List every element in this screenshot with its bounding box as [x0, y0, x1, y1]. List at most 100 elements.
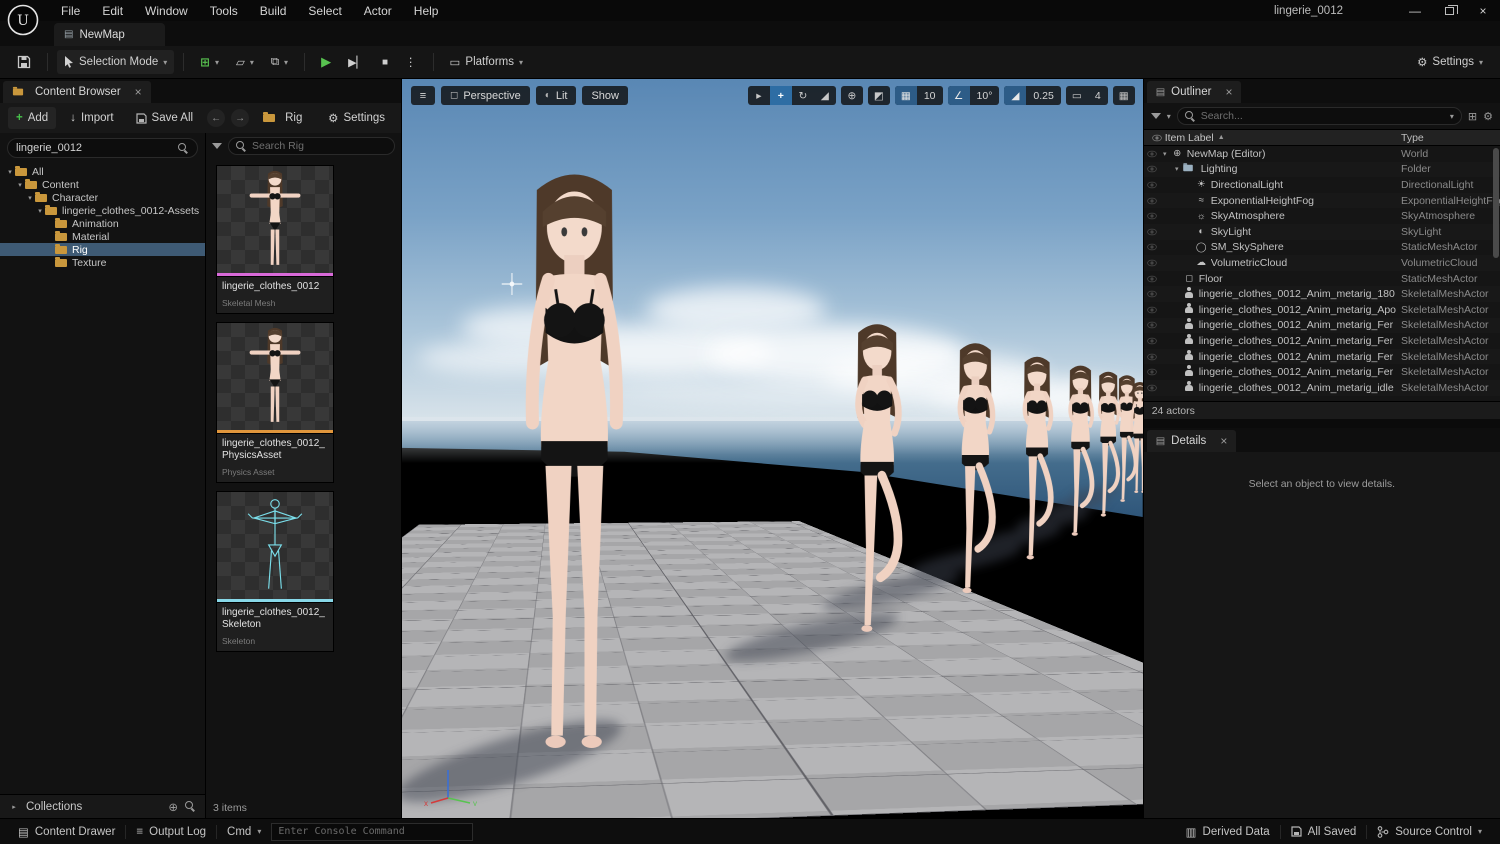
add-button[interactable]: + Add — [8, 107, 57, 129]
visibility-eye-icon[interactable] — [1146, 259, 1157, 267]
tree-item-all[interactable]: ▾ All — [0, 165, 205, 178]
tree-item-material[interactable]: Material — [0, 230, 205, 243]
path-search-box[interactable] — [7, 138, 198, 158]
scale-snap-icon[interactable]: ◢ — [1004, 86, 1027, 105]
tree-item-character[interactable]: ▾ Character — [0, 191, 205, 204]
play-button[interactable]: ▶ — [314, 50, 338, 74]
chevron-down-icon[interactable]: ▾ — [1450, 112, 1454, 121]
outliner-row-heightfog[interactable]: ≈ ExponentialHeightFog ExponentialHeightFo… — [1143, 192, 1500, 209]
back-icon[interactable]: ← — [207, 109, 226, 127]
visibility-eye-icon[interactable] — [1146, 150, 1157, 157]
close-icon[interactable]: × — [1220, 434, 1227, 448]
menu-tools[interactable]: Tools — [199, 4, 249, 18]
visibility-eye-icon[interactable] — [1146, 166, 1157, 173]
visibility-eye-icon[interactable] — [1146, 212, 1157, 220]
asset-card-skeletal-mesh[interactable]: lingerie_clothes_0012 Skeletal Mesh — [216, 165, 336, 314]
visibility-eye-icon[interactable] — [1146, 290, 1157, 298]
close-icon[interactable]: × — [135, 85, 142, 99]
forward-icon[interactable]: → — [231, 109, 250, 127]
rotation-snap-icon[interactable]: ∠ — [947, 86, 970, 105]
filter-icon[interactable] — [212, 143, 222, 149]
outliner-settings-icon[interactable]: ⚙ — [1483, 110, 1493, 123]
visibility-eye-icon[interactable] — [1146, 275, 1157, 282]
blueprints-dropdown[interactable]: ▱ ▾ — [229, 50, 261, 74]
visibility-eye-icon[interactable] — [1146, 353, 1157, 360]
expand-arrow-icon[interactable]: ▾ — [35, 207, 45, 215]
outliner-row-newmap[interactable]: ▾ ⊕ NewMap (Editor) World — [1144, 146, 1500, 162]
viewport[interactable]: ≡ ◻ Perspective ◐ Lit Show ▸ + ↻ ◢ ⊕ ◩ ▦ 1… — [402, 79, 1143, 818]
asset-search-input[interactable] — [252, 140, 387, 152]
menu-file[interactable]: File — [50, 4, 91, 18]
tree-item-assets[interactable]: ▾ lingerie_clothes_0012-Assets — [0, 204, 205, 217]
expand-arrow-icon[interactable]: ▾ — [25, 194, 35, 202]
expand-arrow-icon[interactable]: ▾ — [5, 168, 15, 176]
visibility-column-icon[interactable] — [1150, 134, 1163, 141]
cinematics-dropdown[interactable]: ⧉ ▾ — [264, 50, 295, 74]
outliner-row-anim-fer2[interactable]: lingerie_clothes_0012_Anim_metarig_Fer Sk… — [1144, 333, 1500, 349]
outliner-tab[interactable]: ▤ Outliner × — [1146, 81, 1242, 103]
move-tool-icon[interactable]: + — [769, 86, 792, 105]
platforms-dropdown[interactable]: ▭ Platforms ▾ — [443, 50, 530, 74]
scrollbar-thumb[interactable] — [1493, 148, 1499, 258]
stop-button[interactable]: ■ — [375, 50, 395, 74]
new-folder-icon[interactable]: ⊞ — [1468, 110, 1477, 123]
path-search-input[interactable] — [16, 142, 172, 154]
search-icon[interactable] — [185, 801, 196, 812]
source-control-button[interactable]: Source Control ▾ — [1367, 819, 1492, 844]
tree-item-rig[interactable]: Rig — [0, 243, 205, 256]
restore-button[interactable] — [1432, 0, 1466, 21]
grid-snap-icon[interactable]: ▦ — [894, 86, 917, 105]
perspective-dropdown[interactable]: ◻ Perspective — [441, 86, 530, 105]
visibility-eye-icon[interactable] — [1146, 197, 1157, 204]
rotation-snap-value[interactable]: 10° — [970, 86, 1000, 105]
maximize-viewport-icon[interactable]: ▦ — [1113, 86, 1135, 105]
visibility-eye-icon[interactable] — [1146, 368, 1157, 376]
selection-mode-dropdown[interactable]: Selection Mode ▾ — [57, 50, 175, 74]
close-icon[interactable]: × — [1225, 85, 1232, 99]
cb-settings-dropdown[interactable]: ⚙ Settings — [320, 107, 393, 129]
outliner-row-directionallight[interactable]: ☀ DirectionalLight DirectionalLight — [1144, 177, 1500, 193]
expand-arrow-icon[interactable]: ▾ — [1160, 150, 1170, 158]
scale-tool-icon[interactable]: ◢ — [814, 86, 836, 105]
view-mode-dropdown[interactable]: ◐ Lit — [535, 86, 577, 105]
world-space-toggle-icon[interactable]: ⊕ — [841, 86, 863, 105]
outliner-row-floor[interactable]: ◻ Floor StaticMeshActor — [1144, 271, 1500, 287]
asset-card-skeleton[interactable]: lingerie_clothes_0012_Skeleton Skeleton — [216, 490, 336, 652]
outliner-row-skysphere[interactable]: ◯ SM_SkySphere StaticMeshActor — [1144, 240, 1500, 256]
content-drawer-button[interactable]: ▤ Content Drawer — [8, 819, 125, 844]
tab-newmap[interactable]: ▤ NewMap — [54, 23, 165, 46]
outliner-row-anim-fer1[interactable]: lingerie_clothes_0012_Anim_metarig_Fer Sk… — [1143, 317, 1500, 334]
menu-select[interactable]: Select — [297, 4, 352, 18]
outliner-row-anim-180[interactable]: lingerie_clothes_0012_Anim_metarig_180 Sk… — [1143, 286, 1500, 302]
asset-card-physics-asset[interactable]: lingerie_clothes_0012_PhysicsAsset Physi… — [216, 321, 336, 483]
console-command-input[interactable] — [271, 822, 474, 841]
scale-snap-value[interactable]: 0.25 — [1026, 86, 1060, 105]
outliner-row-lighting[interactable]: ▾ Lighting Folder — [1143, 161, 1500, 178]
expand-arrow-icon[interactable]: ▾ — [15, 181, 25, 189]
menu-help[interactable]: Help — [403, 4, 450, 18]
cmd-dropdown[interactable]: Cmd ▾ — [217, 819, 271, 844]
grid-snap-value[interactable]: 10 — [917, 86, 943, 105]
asset-search-box[interactable] — [228, 137, 395, 155]
menu-edit[interactable]: Edit — [91, 4, 134, 18]
play-options-button[interactable]: ⋮ — [398, 50, 424, 74]
visibility-eye-icon[interactable] — [1146, 306, 1157, 313]
settings-dropdown[interactable]: ⚙ Settings ▾ — [1410, 50, 1490, 74]
tree-item-content[interactable]: ▾ Content — [0, 178, 205, 191]
visibility-eye-icon[interactable] — [1146, 228, 1157, 235]
output-log-button[interactable]: ≡ Output Log — [126, 819, 216, 844]
menu-window[interactable]: Window — [134, 4, 199, 18]
outliner-row-anim-fer4[interactable]: lingerie_clothes_0012_Anim_metarig_Fer Sk… — [1144, 364, 1500, 380]
breadcrumb[interactable]: Rig — [255, 107, 310, 129]
all-saved-button[interactable]: All Saved — [1281, 819, 1367, 844]
chevron-down-icon[interactable]: ▾ — [1167, 112, 1171, 121]
tree-item-animation[interactable]: Animation — [0, 217, 205, 230]
minimize-button[interactable]: — — [1398, 0, 1432, 21]
add-collection-icon[interactable]: ⊕ — [168, 800, 178, 814]
visibility-eye-icon[interactable] — [1146, 384, 1157, 391]
unreal-logo-icon[interactable]: U — [6, 3, 40, 40]
menu-build[interactable]: Build — [249, 4, 298, 18]
outliner-row-anim-apo[interactable]: lingerie_clothes_0012_Anim_metarig_Apo Sk… — [1144, 302, 1500, 318]
surface-snap-icon[interactable]: ◩ — [868, 86, 890, 105]
expand-arrow-icon[interactable]: ▾ — [1172, 165, 1182, 173]
